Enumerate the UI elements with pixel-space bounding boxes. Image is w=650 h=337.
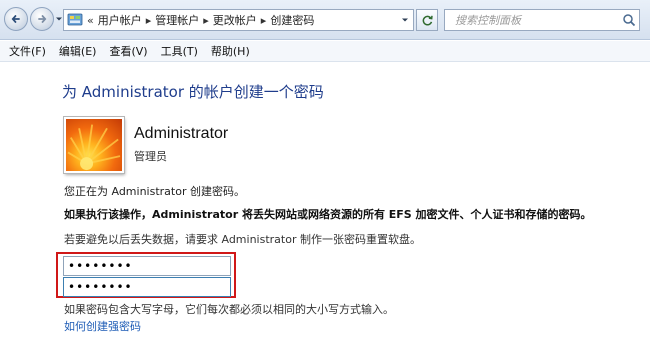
user-name: Administrator: [134, 125, 229, 142]
refresh-icon: [422, 15, 433, 25]
address-dropdown-button[interactable]: [397, 10, 413, 30]
search-box[interactable]: [444, 9, 640, 31]
menu-bar: 文件(F) 编辑(E) 查看(V) 工具(T) 帮助(H): [0, 41, 650, 62]
chevron-down-icon: [56, 17, 62, 21]
user-picture-flower: [67, 124, 121, 171]
menu-help[interactable]: 帮助(H): [206, 43, 255, 59]
new-password-field[interactable]: [63, 256, 231, 276]
refresh-button[interactable]: [416, 9, 438, 31]
search-icon[interactable]: [622, 13, 636, 27]
forward-button[interactable]: [30, 7, 54, 31]
forward-arrow-icon: [38, 15, 47, 23]
navigation-bar: « 用户帐户 ▸ 管理帐户 ▸ 更改帐户 ▸ 创建密码: [0, 0, 650, 40]
menu-edit[interactable]: 编辑(E): [54, 43, 102, 59]
strong-password-link[interactable]: 如何创建强密码: [64, 318, 141, 334]
warning-text: 如果执行该操作，Administrator 将丢失网站或网络资源的所有 EFS …: [64, 208, 592, 221]
breadcrumb-separator[interactable]: ▸: [203, 14, 209, 27]
user-role: 管理员: [134, 150, 167, 163]
back-button[interactable]: [4, 7, 28, 31]
reset-disk-hint: 若要避免以后丢失数据，请要求 Administrator 制作一张密码重置软盘。: [64, 233, 421, 246]
control-panel-icon: [67, 13, 83, 26]
breadcrumb-create-password[interactable]: 创建密码: [270, 12, 314, 28]
user-picture: [64, 117, 124, 173]
menu-file[interactable]: 文件(F): [4, 43, 51, 59]
breadcrumb-separator[interactable]: ▸: [261, 14, 267, 27]
menu-view[interactable]: 查看(V): [104, 43, 152, 59]
back-arrow-icon: [11, 15, 20, 23]
page-title: 为 Administrator 的帐户创建一个密码: [62, 83, 324, 101]
search-input[interactable]: [455, 13, 625, 27]
address-bar[interactable]: « 用户帐户 ▸ 管理帐户 ▸ 更改帐户 ▸ 创建密码: [63, 9, 414, 31]
breadcrumb-separator[interactable]: ▸: [146, 14, 152, 27]
breadcrumb-overflow[interactable]: «: [87, 14, 94, 27]
breadcrumb-user-accounts[interactable]: 用户帐户: [98, 12, 142, 28]
chevron-down-icon: [402, 18, 408, 22]
confirm-password-field[interactable]: [63, 277, 231, 297]
breadcrumb-manage-accounts[interactable]: 管理帐户: [155, 12, 199, 28]
recent-pages-dropdown[interactable]: [55, 15, 63, 23]
breadcrumb-change-account[interactable]: 更改帐户: [213, 12, 257, 28]
menu-tools[interactable]: 工具(T): [156, 43, 203, 59]
case-sensitive-note: 如果密码包含大写字母，它们每次都必须以相同的大小写方式输入。: [64, 303, 394, 316]
intro-text: 您正在为 Administrator 创建密码。: [64, 185, 245, 198]
